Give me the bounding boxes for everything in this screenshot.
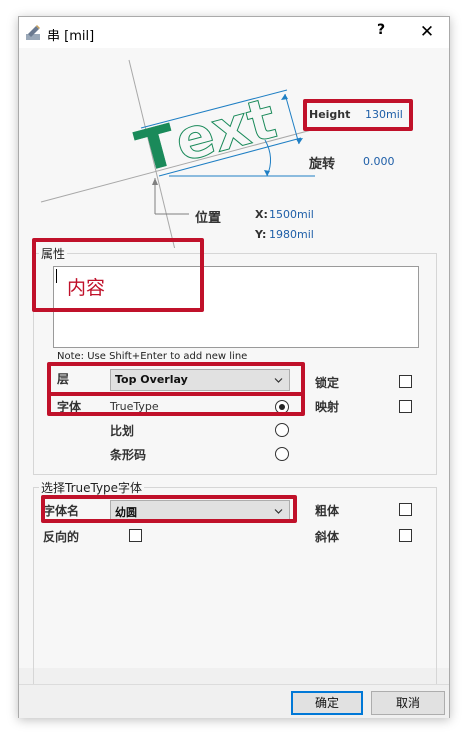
position-label: 位置 [195,211,222,226]
close-button[interactable]: ✕ [417,22,437,42]
inverted-checkbox[interactable] [129,529,142,542]
y-label: Y: [255,228,267,241]
rotation-label: 旋转 [309,157,336,172]
preview-graphics: T ext [40,59,320,248]
italic-checkbox[interactable] [399,529,412,542]
inverted-label: 反向的 [43,530,80,544]
ok-button[interactable]: 确定 [291,691,363,715]
font-stroke-radio[interactable] [275,423,289,437]
text-preview-diagram: T ext Height 130mil 旋转 0.000 位置 X: 1500m… [19,48,449,248]
lock-checkbox[interactable] [399,375,412,388]
dialog-body: T ext Height 130mil 旋转 0.000 位置 X: 1500m… [19,48,449,687]
height-arrow-bottom [296,138,303,144]
sample-text-rest: ext [168,86,282,175]
mirror-checkbox[interactable] [399,400,412,413]
font-barcode-label: 条形码 [110,448,147,462]
rotation-value: 0.000 [363,155,395,168]
font-stroke-label: 比划 [110,424,135,438]
window-title: 串 [mil] [47,29,95,44]
x-label: X: [255,208,268,221]
font-type-highlight-box [47,392,305,416]
app-icon [26,25,40,40]
y-value: 1980mil [269,228,314,241]
x-value: 1500mil [269,208,314,221]
bold-label: 粗体 [315,504,340,518]
rotation-arrow [264,170,270,176]
truetype-group-title: 选择TrueType字体 [39,479,145,496]
font-name-highlight-box [41,495,297,523]
dialog-footer: 确定 取消 [19,684,449,718]
cancel-button[interactable]: 取消 [371,691,445,715]
layer-highlight-box [47,362,305,396]
mirror-label: 映射 [315,400,340,414]
title-bar: 串 [mil] ? ✕ [19,17,449,48]
italic-label: 斜体 [315,530,340,544]
height-arrow-top [281,94,288,100]
lock-label: 锁定 [315,376,340,390]
help-button[interactable]: ? [371,22,391,42]
height-highlight-box [303,99,413,131]
font-barcode-radio[interactable] [275,447,289,461]
bold-checkbox[interactable] [399,503,412,516]
string-properties-dialog: 串 [mil] ? ✕ T ext Height 130mil 旋转 0.000… [18,16,450,718]
sample-text-group: T ext [130,86,284,186]
content-highlight-box [32,238,204,312]
